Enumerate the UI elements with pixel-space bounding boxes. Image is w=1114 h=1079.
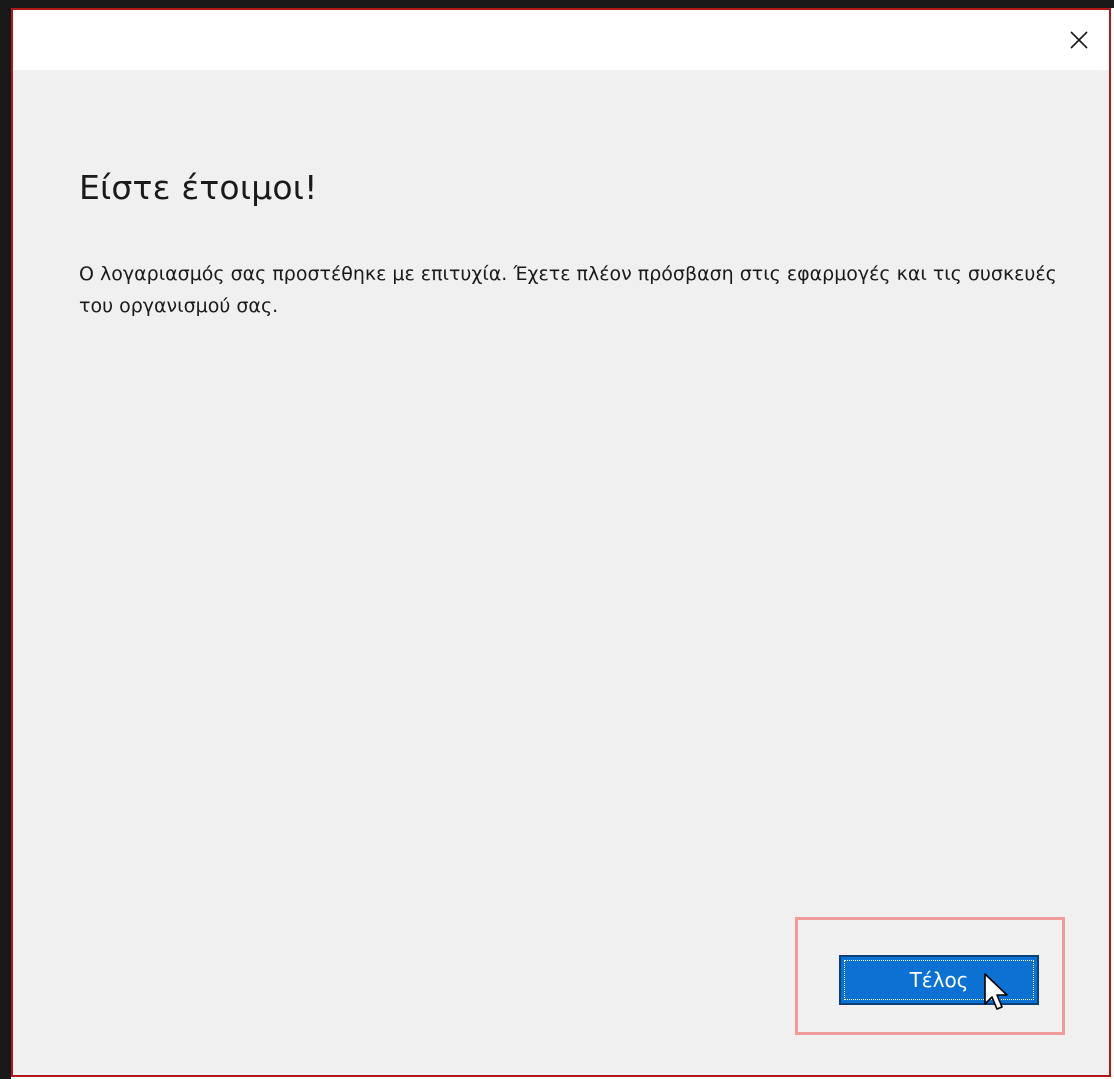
dialog-title-bar bbox=[13, 10, 1109, 70]
finish-button-label: Τέλος bbox=[909, 968, 969, 992]
window-top-edge bbox=[0, 0, 1114, 8]
dialog-heading: Είστε έτοιμοι! bbox=[79, 168, 318, 207]
finish-button[interactable]: Τέλος bbox=[839, 955, 1039, 1005]
close-button[interactable] bbox=[1049, 10, 1109, 70]
screenshot-frame: Είστε έτοιμοι! Ο λογαριασμός σας προστέθ… bbox=[0, 0, 1114, 1079]
dialog-message: Ο λογαριασμός σας προστέθηκε με επιτυχία… bbox=[79, 263, 1057, 317]
close-icon bbox=[1070, 31, 1088, 49]
window-left-edge bbox=[0, 0, 11, 1079]
